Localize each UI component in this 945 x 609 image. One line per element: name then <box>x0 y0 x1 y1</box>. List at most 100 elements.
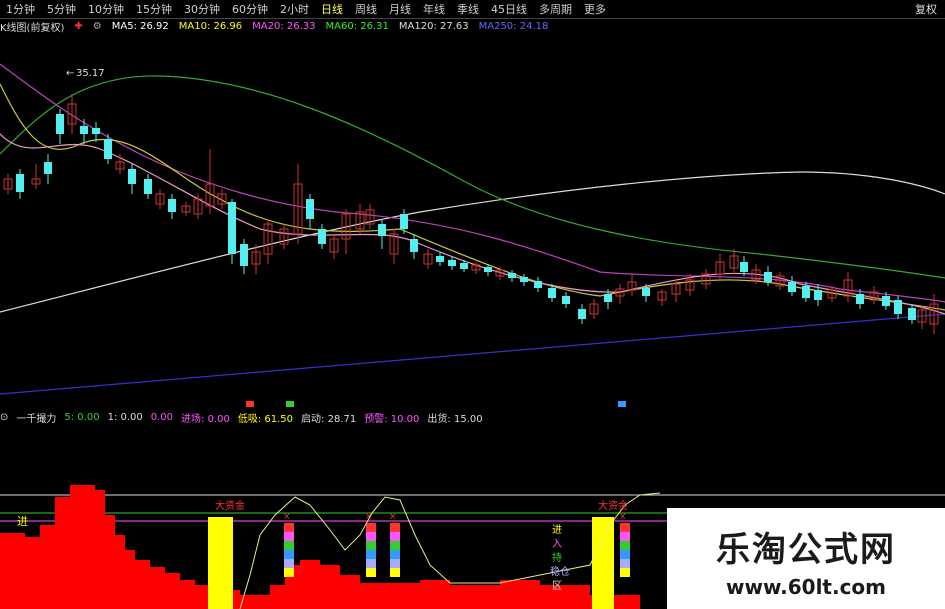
tf-0[interactable]: 1分钟 <box>0 1 41 17</box>
signal-stack-1-2 <box>366 541 376 550</box>
candle-body-10 <box>128 169 136 184</box>
tf-6[interactable]: 2小时 <box>274 1 315 17</box>
sub-label-8: 出货: 15.00 <box>427 413 483 425</box>
signal-stack-2-0 <box>390 523 400 532</box>
adjust-button[interactable]: 复权 <box>907 1 945 17</box>
add-indicator-icon[interactable]: ✚ <box>74 21 82 32</box>
zone-legend-3: 稳仓 <box>550 565 570 578</box>
tf-12[interactable]: 45日线 <box>485 1 533 17</box>
candle-body-13 <box>168 199 176 212</box>
candle-body-37 <box>460 263 468 269</box>
candle-body-43 <box>534 281 542 288</box>
candle-body-60 <box>764 272 772 282</box>
signal-stack-1-0 <box>366 523 376 532</box>
candle-body-33 <box>410 239 418 252</box>
candle-body-44 <box>548 288 556 298</box>
ma-label-5: MA250: 24.18 <box>478 20 549 32</box>
watermark-title: 乐淘公式网 <box>716 530 896 570</box>
candle-body-41 <box>508 273 516 278</box>
candle-body-71 <box>908 308 916 320</box>
signal-stack-1-4 <box>366 559 376 568</box>
tf-2[interactable]: 10分钟 <box>82 1 130 17</box>
candle-body-46 <box>578 309 586 319</box>
signal-stack-2-3 <box>390 550 400 559</box>
candle-body-1 <box>16 174 24 192</box>
tf-13[interactable]: 多周期 <box>533 1 578 17</box>
tf-3[interactable]: 15分钟 <box>130 1 178 17</box>
left-signal-label: 进 <box>17 515 28 528</box>
signal-marker-0 <box>246 401 254 407</box>
chart-title: K线图(前复权) <box>0 22 65 34</box>
candle-body-48 <box>604 294 612 302</box>
red-volume-area <box>0 485 640 609</box>
ma-label-3: MA60: 26.31 <box>325 20 389 32</box>
candle-body-70 <box>894 300 902 314</box>
indicator-icon[interactable]: ⊙ <box>0 412 8 423</box>
signal-stack-3-5 <box>620 568 630 577</box>
candle-body-18 <box>228 202 236 254</box>
ma-line-green <box>0 75 945 279</box>
tf-5[interactable]: 60分钟 <box>226 1 274 17</box>
timeframe-toolbar: 1分钟 5分钟 10分钟 15分钟 30分钟 60分钟 2小时 日线 周线 月线… <box>0 0 945 19</box>
tf-9[interactable]: 月线 <box>383 1 417 17</box>
zone-legend-1: 入 <box>552 539 562 550</box>
signal-stack-3-1 <box>620 532 630 541</box>
signal-marker-1 <box>286 401 294 407</box>
kline-chart[interactable]: 35.17 ← <box>0 34 945 407</box>
sub-label-2: 1: 0.00 <box>107 411 143 423</box>
tf-4[interactable]: 30分钟 <box>178 1 226 17</box>
signal-stack-1-5 <box>366 568 376 577</box>
signal-stack-0-2 <box>284 541 294 550</box>
zone-legend-4: 区 <box>552 580 562 592</box>
tf-10[interactable]: 年线 <box>417 1 451 17</box>
tf-7[interactable]: 日线 <box>315 1 349 17</box>
candle-body-4 <box>56 114 64 134</box>
settings-icon[interactable]: ⚙ <box>93 21 102 32</box>
tf-8[interactable]: 周线 <box>349 1 383 17</box>
signal-marker-2 <box>618 401 626 407</box>
signal-stack-2-1 <box>390 532 400 541</box>
candle-body-32 <box>400 214 408 229</box>
candle-body-69 <box>882 296 890 306</box>
watermark-url: www.60lt.com <box>725 575 887 599</box>
signal-stack-0-1 <box>284 532 294 541</box>
candle-body-62 <box>788 282 796 292</box>
candle-body-24 <box>306 199 314 219</box>
tf-11[interactable]: 季线 <box>451 1 485 17</box>
ma-label-4: MA120: 27.63 <box>398 20 469 32</box>
candle-body-67 <box>856 294 864 304</box>
candle-body-7 <box>92 128 100 134</box>
zone-legend-2: 持 <box>552 551 562 564</box>
signal-markers <box>246 401 626 407</box>
candle-body-6 <box>80 126 88 134</box>
candle-body-3 <box>44 162 52 174</box>
signal-stack-1-1 <box>366 532 376 541</box>
signal-stack-2-2 <box>390 541 400 550</box>
candle-body-19 <box>240 244 248 266</box>
tf-14[interactable]: 更多 <box>578 1 612 17</box>
big-capital-label-2: 大资金 <box>598 499 628 512</box>
signal-stack-2-4 <box>390 559 400 568</box>
signal-stack-0-5 <box>284 568 294 577</box>
candle-body-36 <box>448 260 456 266</box>
signal-stack-marker-2: × <box>389 512 397 522</box>
indicator-legend: ⊙ 一千撮力 5: 0.00 1: 0.00 0.00 进场: 0.00 低吸:… <box>0 409 945 425</box>
candle-body-51 <box>642 288 650 296</box>
ma-label-1: MA10: 26.96 <box>178 20 243 32</box>
candle-body-64 <box>814 290 822 300</box>
signal-stack-marker-0: × <box>283 512 291 522</box>
candle-body-42 <box>520 277 528 282</box>
tf-1[interactable]: 5分钟 <box>41 1 82 17</box>
yellow-signal-bar-1 <box>592 517 614 609</box>
ma-label-2: MA20: 26.33 <box>252 20 316 32</box>
candle-body-8 <box>104 139 112 159</box>
sub-label-6: 启动: 28.71 <box>301 413 357 425</box>
signal-stack-3-4 <box>620 559 630 568</box>
yellow-signal-bar-0 <box>208 517 233 609</box>
signal-stack-marker-3: × <box>619 512 627 522</box>
candle-body-25 <box>318 229 326 244</box>
candle-body-35 <box>436 256 444 262</box>
sub-label-0: 一千撮力 <box>16 413 57 425</box>
ma-legend: K线图(前复权) ✚ ⚙ MA5: 26.92 MA10: 26.96 MA20… <box>0 18 945 34</box>
signal-stack-3-2 <box>620 541 630 550</box>
